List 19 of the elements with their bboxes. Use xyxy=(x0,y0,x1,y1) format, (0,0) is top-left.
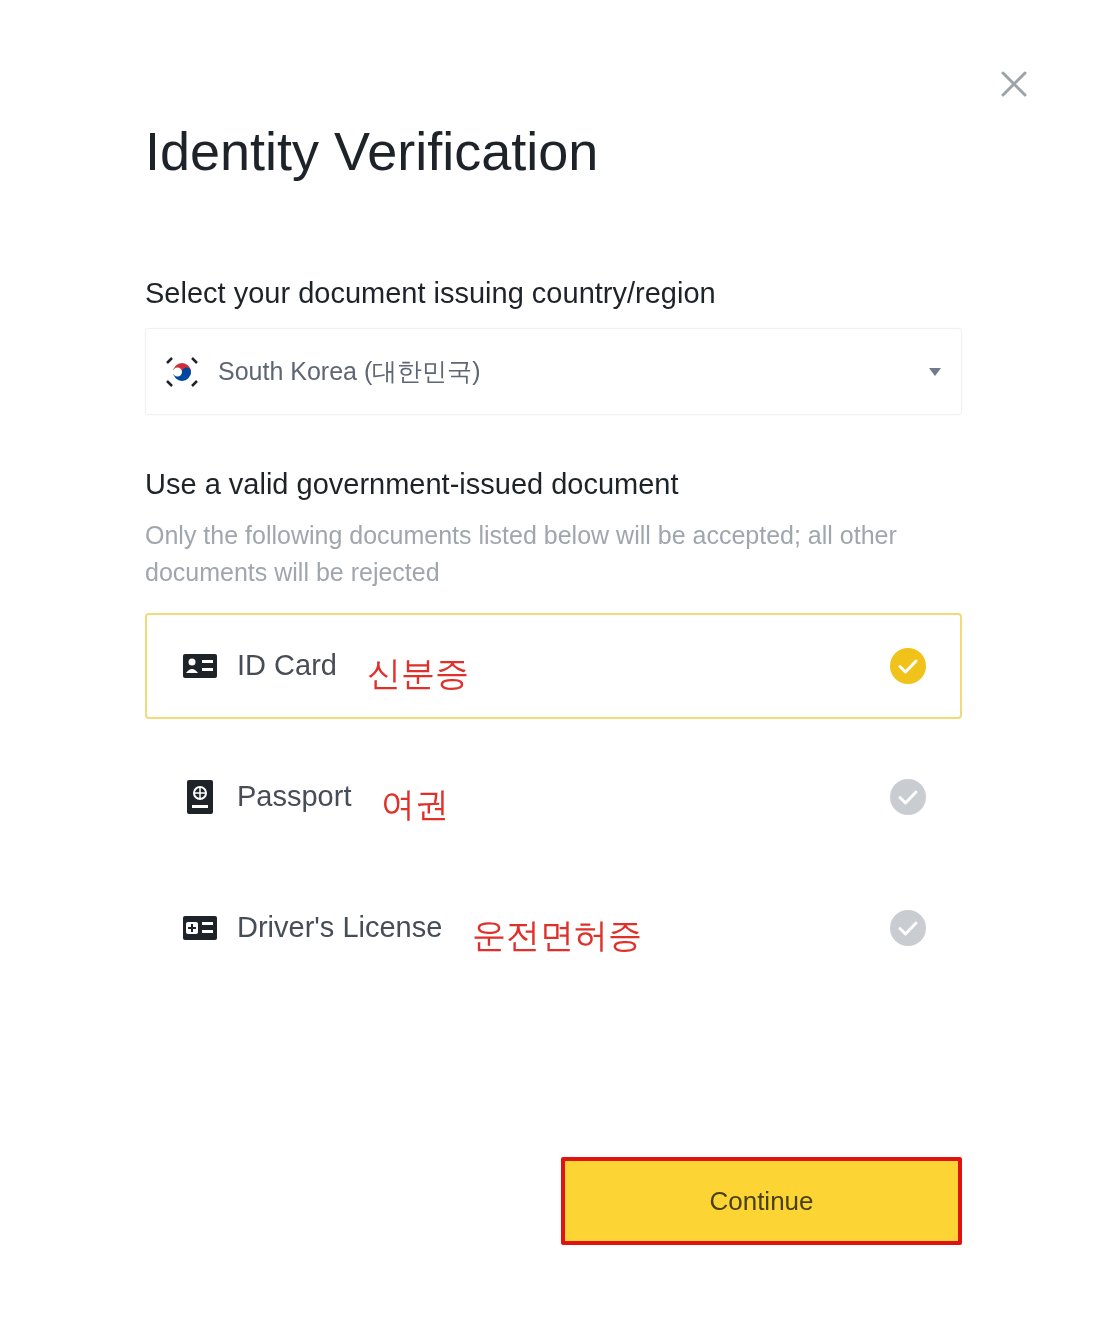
license-card-icon xyxy=(183,916,217,940)
option-label: Passport xyxy=(237,779,352,815)
id-card-icon xyxy=(183,654,217,678)
option-label: Driver's License xyxy=(237,910,443,946)
close-icon xyxy=(1000,70,1028,98)
passport-icon xyxy=(187,780,213,814)
section-heading: Use a valid government-issued document xyxy=(145,467,680,502)
caret-icon xyxy=(929,367,941,376)
option-label: ID Card xyxy=(237,648,337,684)
continue-button[interactable]: Continue xyxy=(561,1157,962,1245)
country-select[interactable]: South Korea (대한민국) xyxy=(145,328,962,415)
handwritten-annotation: 운전면허증 xyxy=(472,914,643,956)
select-value: South Korea (대한민국) xyxy=(218,355,481,387)
field-label: Select your document issuing country/region xyxy=(145,276,717,311)
document-option[interactable]: ID Card 신분증 xyxy=(145,613,962,719)
dialog-title: Identity Verification xyxy=(145,120,600,183)
handwritten-annotation: 신분증 xyxy=(366,652,469,694)
handwritten-annotation: 여권 xyxy=(381,783,450,825)
section-description: Only the following documents listed below will be accepted; all other documents will be rejected xyxy=(145,520,898,588)
